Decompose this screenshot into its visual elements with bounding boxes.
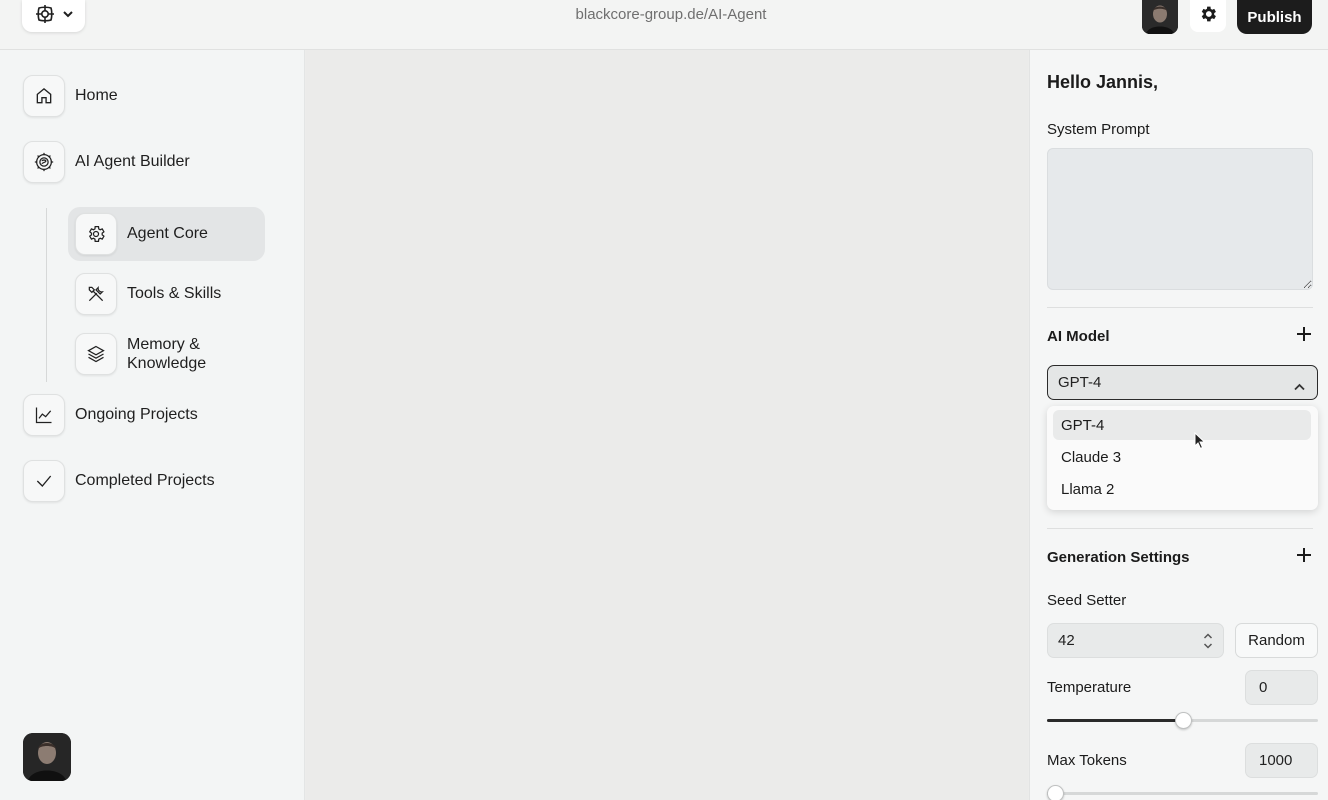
sidebar-item-agent-core[interactable]: Agent Core bbox=[75, 213, 208, 255]
sidebar-item-label: AI Agent Builder bbox=[75, 153, 190, 170]
settings-panel: Hello Jannis, System Prompt AI Model GPT… bbox=[1029, 50, 1328, 800]
model-dropdown: GPT-4 Claude 3 Llama 2 bbox=[1047, 406, 1318, 510]
sidebar-item-label: Agent Core bbox=[127, 225, 208, 242]
ai-model-title: AI Model bbox=[1047, 328, 1110, 345]
line-chart-icon bbox=[23, 394, 65, 436]
checkmark-icon bbox=[23, 460, 65, 502]
submenu-divider bbox=[46, 208, 47, 382]
slider-fill bbox=[1047, 719, 1183, 722]
user-avatar[interactable] bbox=[23, 733, 71, 781]
slider-thumb[interactable] bbox=[1174, 712, 1192, 729]
sidebar-item-label: Tools & Skills bbox=[127, 285, 222, 302]
temperature-input[interactable]: 0 bbox=[1245, 670, 1318, 705]
model-select[interactable]: GPT-4 bbox=[1047, 365, 1318, 400]
generation-settings-title: Generation Settings bbox=[1047, 549, 1190, 566]
random-seed-button[interactable]: Random bbox=[1235, 623, 1318, 658]
seed-value: 42 bbox=[1058, 632, 1075, 649]
settings-button[interactable] bbox=[1190, 0, 1226, 32]
publish-button[interactable]: Publish bbox=[1237, 0, 1312, 34]
sidebar-item-label: Home bbox=[75, 87, 118, 104]
seed-input[interactable]: 42 bbox=[1047, 623, 1224, 658]
gear-icon bbox=[75, 213, 117, 255]
max-tokens-slider[interactable] bbox=[1047, 785, 1318, 800]
sidebar-item-label: Completed Projects bbox=[75, 472, 215, 489]
temperature-slider[interactable] bbox=[1047, 712, 1318, 729]
sidebar-item-label: Ongoing Projects bbox=[75, 406, 198, 423]
avatar[interactable] bbox=[1142, 0, 1178, 34]
sidebar: Home AI Agent Builder Agent Core Tools &… bbox=[0, 50, 305, 800]
brain-gear-icon bbox=[23, 141, 65, 183]
chevron-up-icon bbox=[1294, 378, 1305, 395]
mouse-cursor-icon bbox=[1194, 431, 1206, 455]
seed-setter-label: Seed Setter bbox=[1047, 592, 1127, 609]
add-model-button[interactable] bbox=[1295, 326, 1313, 346]
tools-icon bbox=[75, 273, 117, 315]
sidebar-item-ongoing-projects[interactable]: Ongoing Projects bbox=[23, 394, 198, 436]
model-option-claude-3[interactable]: Claude 3 bbox=[1053, 442, 1311, 472]
slider-thumb[interactable] bbox=[1047, 785, 1064, 800]
divider bbox=[1047, 528, 1313, 529]
layers-icon bbox=[75, 333, 117, 375]
gear-icon bbox=[1198, 4, 1218, 29]
divider bbox=[1047, 307, 1313, 308]
sidebar-item-home[interactable]: Home bbox=[23, 75, 118, 117]
max-tokens-label: Max Tokens bbox=[1047, 752, 1127, 769]
model-option-llama-2[interactable]: Llama 2 bbox=[1053, 474, 1311, 504]
home-icon bbox=[23, 75, 65, 117]
sidebar-item-completed-projects[interactable]: Completed Projects bbox=[23, 460, 215, 502]
plus-icon bbox=[1297, 547, 1311, 567]
selected-model: GPT-4 bbox=[1058, 374, 1102, 391]
add-generation-setting-button[interactable] bbox=[1295, 547, 1313, 567]
temperature-label: Temperature bbox=[1047, 679, 1132, 696]
sidebar-item-label: Memory & Knowledge bbox=[127, 336, 207, 372]
stepper-icon[interactable] bbox=[1203, 632, 1213, 654]
plus-icon bbox=[1297, 326, 1311, 346]
system-prompt-input[interactable] bbox=[1047, 148, 1313, 290]
builder-canvas[interactable] bbox=[306, 50, 1028, 800]
page-url: blackcore-group.de/AI-Agent bbox=[575, 6, 767, 23]
sidebar-item-memory-knowledge[interactable]: Memory & Knowledge bbox=[75, 333, 237, 375]
top-bar: blackcore-group.de/AI-Agent Publish bbox=[0, 0, 1328, 50]
model-option-gpt-4[interactable]: GPT-4 bbox=[1053, 410, 1311, 440]
max-tokens-input[interactable]: 1000 bbox=[1245, 743, 1318, 778]
sidebar-item-tools-skills[interactable]: Tools & Skills bbox=[75, 273, 221, 315]
system-prompt-label: System Prompt bbox=[1047, 121, 1150, 138]
greeting: Hello Jannis, bbox=[1047, 72, 1159, 92]
sidebar-item-ai-agent-builder[interactable]: AI Agent Builder bbox=[23, 141, 190, 183]
